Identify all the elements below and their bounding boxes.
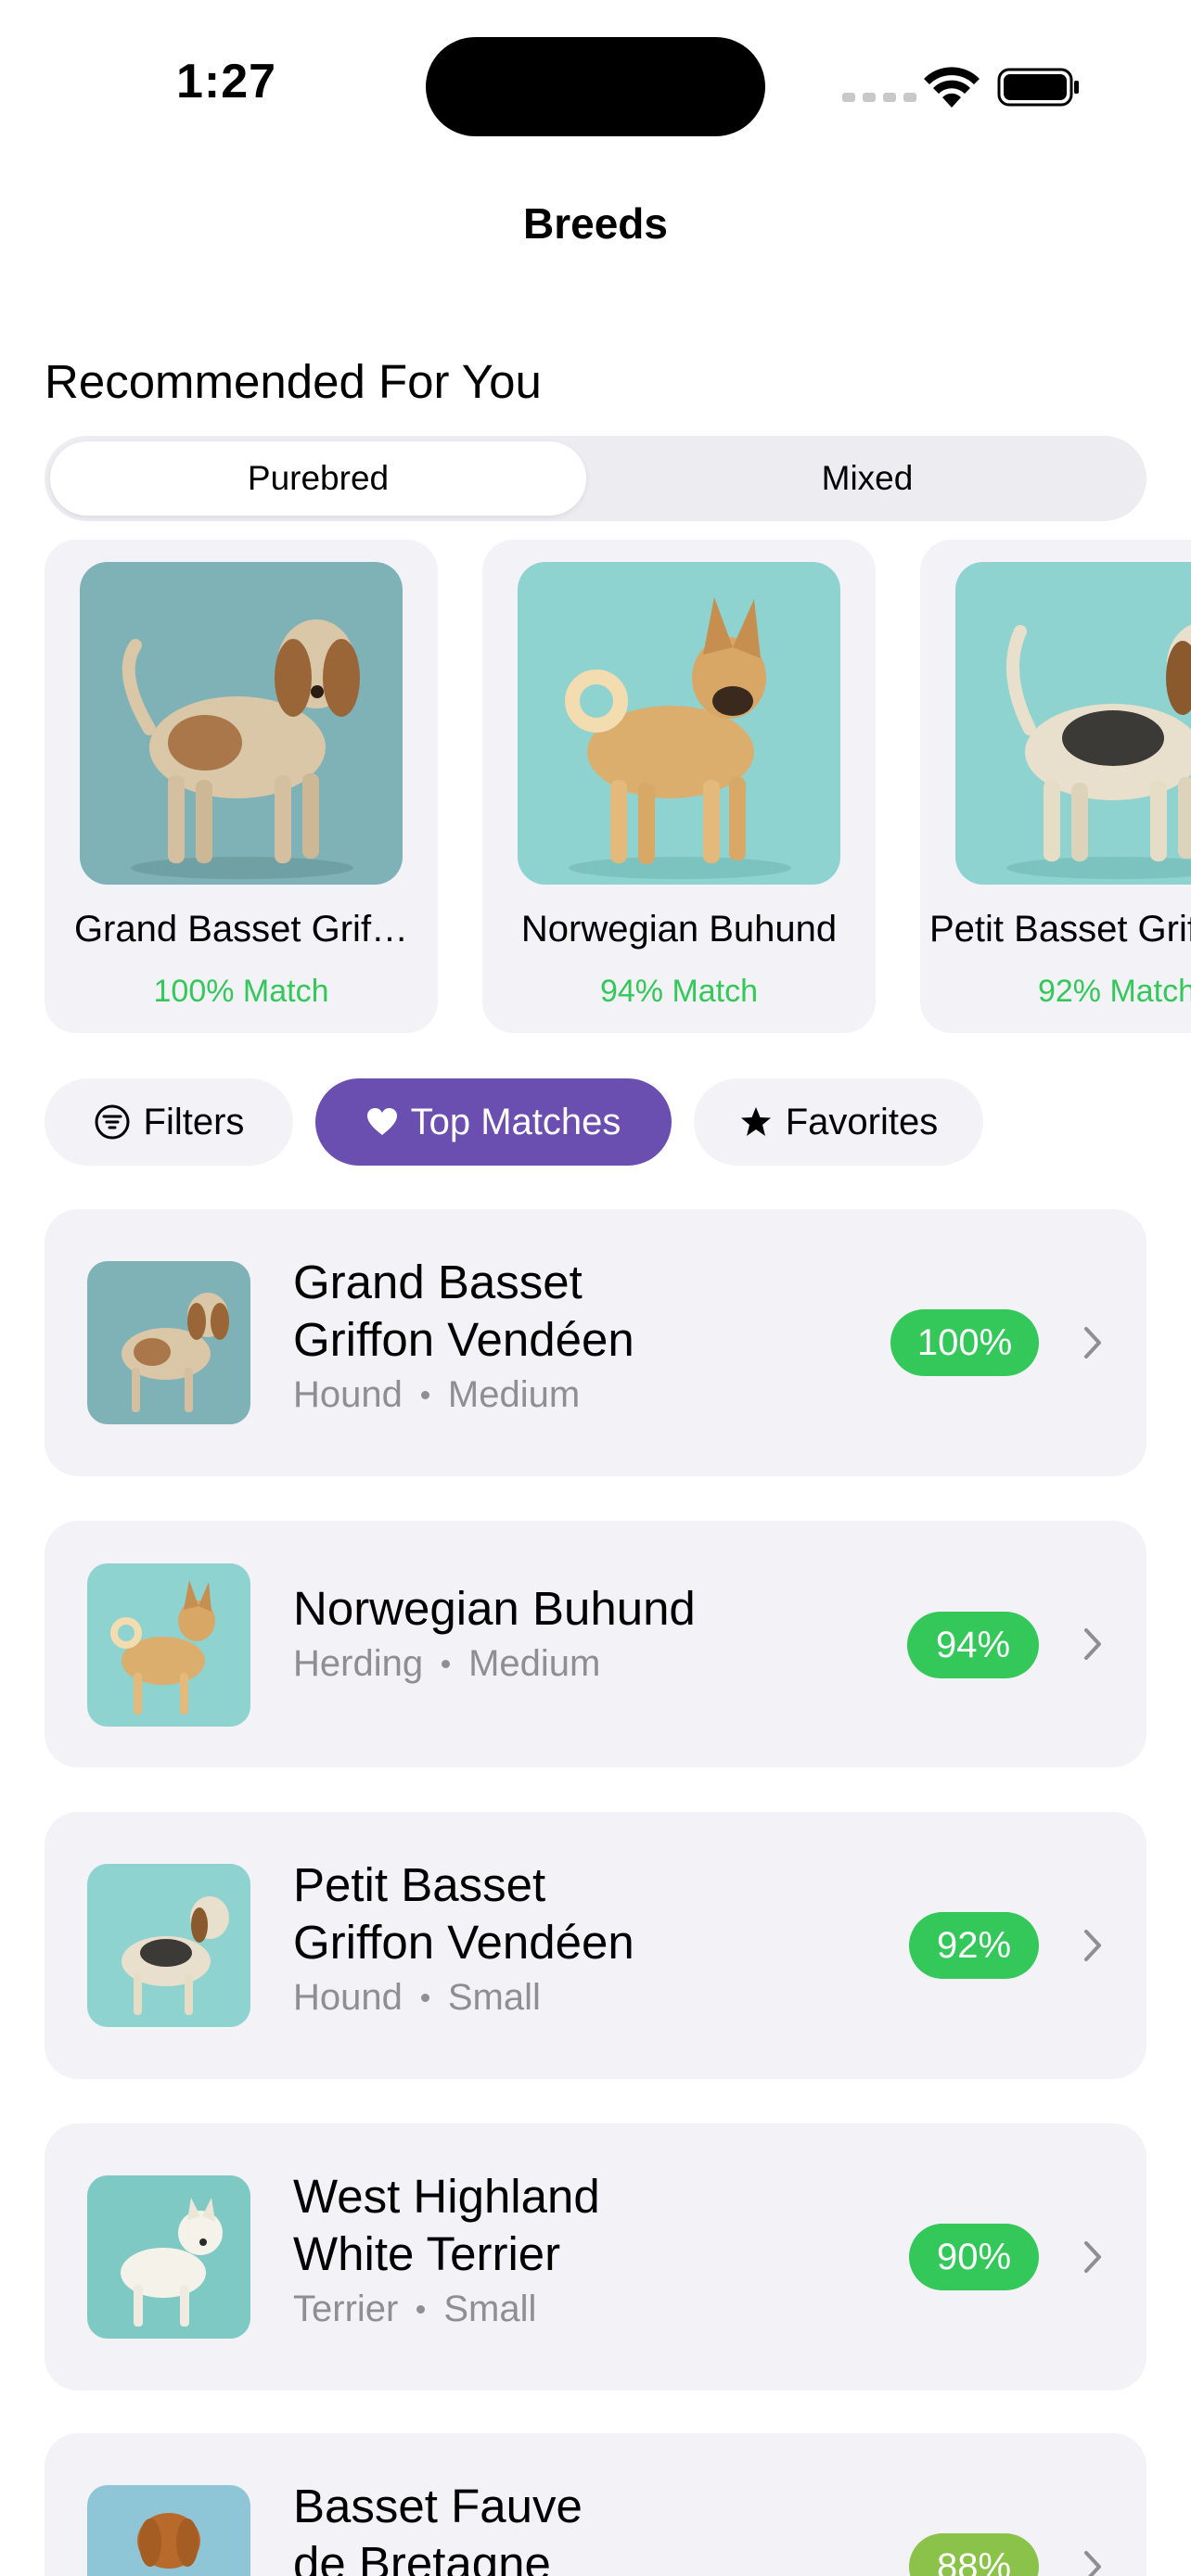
recommended-match: 92% Match	[1037, 974, 1191, 1009]
breed-name-line1: Basset Fauve	[293, 2480, 583, 2532]
separator-dot	[420, 1994, 429, 2002]
dog-photo	[80, 562, 403, 885]
segment-mixed[interactable]: Mixed	[594, 441, 1141, 516]
recommended-breed-name: Grand Basset Grif…	[73, 909, 409, 950]
recommended-breed-name: Petit Basset Griffon Vendéen	[929, 909, 1191, 950]
dog-photo	[518, 562, 840, 885]
breed-size: Small	[447, 1977, 541, 2018]
breed-name-line1: Norwegian Buhund	[293, 1582, 696, 1635]
breed-group: Terrier	[293, 2289, 399, 2329]
breed-info: Petit Basset Griffon Vendéen Hound Small	[293, 1856, 634, 2019]
breed-info: Norwegian Buhund Herding Medium	[293, 1580, 696, 1685]
breed-row[interactable]: Basset Fauve de Bretagne 88%	[45, 2433, 1146, 2576]
breed-name-line2: de Bretagne	[293, 2537, 551, 2576]
filters-label: Filters	[143, 1101, 245, 1142]
recommended-carousel[interactable]: Grand Basset Grif… 100% Match Norwegian …	[0, 540, 1191, 1037]
breed-meta: Hound Small	[293, 1977, 634, 2019]
recommended-card[interactable]: Grand Basset Grif… 100% Match	[45, 540, 438, 1033]
breed-name-line2: Griffon Vendéen	[293, 1313, 634, 1366]
breed-name-line2: Griffon Vendéen	[293, 1916, 634, 1969]
breed-meta: Terrier Small	[293, 2289, 600, 2330]
breed-size: Small	[443, 2289, 537, 2329]
breed-info: Grand Basset Griffon Vendéen Hound Mediu…	[293, 1254, 634, 1416]
cellular-signal-icon	[842, 93, 916, 102]
status-bar: 1:27	[0, 0, 1191, 139]
recommended-match: 100% Match	[153, 974, 329, 1009]
breed-thumbnail	[87, 2485, 250, 2576]
chevron-right-icon	[1084, 1327, 1101, 1358]
breed-group: Hound	[293, 1374, 403, 1415]
recommended-card[interactable]: Petit Basset Griffon Vendéen 92% Match	[920, 540, 1191, 1033]
breed-name-line1: Petit Basset	[293, 1858, 546, 1911]
star-icon	[740, 1107, 771, 1136]
breed-size: Medium	[447, 1374, 581, 1415]
breed-meta: Herding Medium	[293, 1643, 696, 1685]
match-badge: 88%	[909, 2533, 1039, 2576]
recommended-breed-name: Norwegian Buhund	[520, 909, 838, 950]
breed-type-segmented-control: Purebred Mixed	[45, 436, 1146, 521]
section-heading: Recommended For You	[45, 355, 542, 408]
recommended-card[interactable]: Norwegian Buhund 94% Match	[482, 540, 876, 1033]
favorites-button[interactable]: Favorites	[694, 1078, 983, 1166]
match-badge: 94%	[907, 1612, 1039, 1678]
breed-row[interactable]: West Highland White Terrier Terrier Smal…	[45, 2123, 1146, 2391]
breed-thumbnail	[87, 1261, 250, 1424]
breed-info: Basset Fauve de Bretagne	[293, 2478, 583, 2576]
chevron-right-icon	[1084, 2241, 1101, 2273]
heart-icon	[366, 1108, 397, 1135]
breed-name-line1: Grand Basset	[293, 1256, 583, 1308]
filters-button[interactable]: Filters	[45, 1078, 293, 1166]
chevron-right-icon	[1084, 1930, 1101, 1961]
page-title: Breeds	[523, 199, 668, 248]
favorites-label: Favorites	[785, 1101, 939, 1142]
dog-photo	[955, 562, 1191, 885]
match-badge: 100%	[890, 1309, 1039, 1376]
breed-thumbnail	[87, 1864, 250, 2027]
breed-row[interactable]: Petit Basset Griffon Vendéen Hound Small…	[45, 1812, 1146, 2079]
match-badge: 90%	[909, 2224, 1039, 2290]
status-time: 1:27	[176, 55, 277, 108]
match-badge: 92%	[909, 1912, 1039, 1979]
separator-dot	[420, 1391, 429, 1399]
breed-info: West Highland White Terrier Terrier Smal…	[293, 2168, 600, 2330]
top-matches-label: Top Matches	[410, 1101, 621, 1142]
dynamic-island	[426, 37, 765, 136]
wifi-icon	[924, 67, 980, 108]
breed-thumbnail	[87, 1563, 250, 1727]
breed-meta: Hound Medium	[293, 1374, 634, 1416]
breed-row[interactable]: Norwegian Buhund Herding Medium 94%	[45, 1521, 1146, 1767]
separator-dot	[416, 2305, 426, 2314]
breed-size: Medium	[468, 1643, 601, 1684]
separator-dot	[442, 1660, 451, 1668]
breed-thumbnail	[87, 2175, 250, 2339]
breed-name-line2: White Terrier	[293, 2227, 561, 2280]
filter-icon	[95, 1104, 130, 1140]
breed-group: Hound	[293, 1977, 403, 2018]
breed-row[interactable]: Grand Basset Griffon Vendéen Hound Mediu…	[45, 1209, 1146, 1476]
top-matches-button[interactable]: Top Matches	[315, 1078, 672, 1166]
segment-purebred[interactable]: Purebred	[50, 441, 586, 516]
chevron-right-icon	[1084, 2551, 1101, 2576]
breed-group: Herding	[293, 1643, 424, 1684]
recommended-match: 94% Match	[599, 974, 759, 1009]
breed-name-line1: West Highland	[293, 2170, 600, 2223]
chevron-right-icon	[1084, 1628, 1101, 1660]
battery-icon	[997, 68, 1079, 107]
